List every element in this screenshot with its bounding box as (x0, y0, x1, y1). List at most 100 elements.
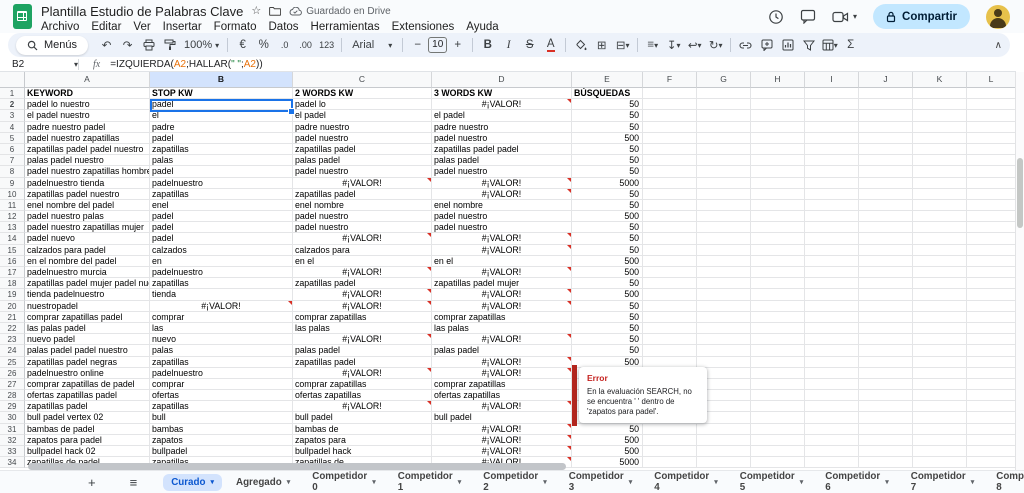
cell-K26[interactable] (913, 368, 967, 379)
cell-G22[interactable] (697, 323, 751, 334)
cell-K22[interactable] (913, 323, 967, 334)
cell-C8[interactable]: padel nuestro (293, 166, 432, 177)
cell-G14[interactable] (697, 233, 751, 244)
cell-K19[interactable] (913, 289, 967, 300)
tab-competidor-5[interactable]: Competidor 5▾ (732, 468, 812, 493)
cell-D13[interactable]: padel nuestro (432, 222, 572, 233)
column-header-A[interactable]: A (25, 72, 150, 88)
cell-C26[interactable]: #¡VALOR! (293, 368, 432, 379)
cell-E23[interactable]: 50 (572, 334, 643, 345)
cell-A18[interactable]: zapatillas padel mujer padel nuestro (25, 278, 150, 289)
cell-I10[interactable] (805, 189, 859, 200)
cell-J17[interactable] (859, 267, 913, 278)
cell-I7[interactable] (805, 155, 859, 166)
cell-G31[interactable] (697, 424, 751, 435)
cell-J10[interactable] (859, 189, 913, 200)
cell-H18[interactable] (751, 278, 805, 289)
cell-B24[interactable]: palas (150, 345, 293, 356)
cell-K10[interactable] (913, 189, 967, 200)
cell-I26[interactable] (805, 368, 859, 379)
cell-B17[interactable]: padelnuestro (150, 267, 293, 278)
row-header-21[interactable]: 21 (0, 312, 25, 323)
menu-extensiones[interactable]: Extensiones (386, 20, 461, 34)
cell-I12[interactable] (805, 211, 859, 222)
cell-K27[interactable] (913, 379, 967, 390)
cell-I14[interactable] (805, 233, 859, 244)
column-header-F[interactable]: F (643, 72, 697, 88)
cell-A14[interactable]: padel nuevo (25, 233, 150, 244)
cell-H16[interactable] (751, 256, 805, 267)
row-header-20[interactable]: 20 (0, 301, 25, 312)
cell-G3[interactable] (697, 110, 751, 121)
cell-H3[interactable] (751, 110, 805, 121)
menu-formato[interactable]: Formato (208, 20, 263, 34)
sheets-logo-icon[interactable] (13, 4, 32, 29)
cell-B1[interactable]: STOP KW (150, 88, 293, 99)
cell-F15[interactable] (643, 245, 697, 256)
cell-E19[interactable]: 500 (572, 289, 643, 300)
percent-format-button[interactable]: % (253, 35, 274, 55)
cell-B9[interactable]: padelnuestro (150, 178, 293, 189)
cell-F3[interactable] (643, 110, 697, 121)
cell-G20[interactable] (697, 301, 751, 312)
cell-F22[interactable] (643, 323, 697, 334)
name-box[interactable]: B2 ▾ (0, 59, 78, 70)
cell-F6[interactable] (643, 144, 697, 155)
cell-I2[interactable] (805, 99, 859, 110)
currency-format-button[interactable]: € (232, 35, 253, 55)
cell-J28[interactable] (859, 390, 913, 401)
number-format-button[interactable]: 123 (316, 35, 337, 55)
move-folder-icon[interactable] (269, 6, 281, 16)
cell-L31[interactable] (967, 424, 1016, 435)
increase-font-size-button[interactable]: + (447, 35, 468, 55)
row-header-12[interactable]: 12 (0, 211, 25, 222)
cell-B28[interactable]: ofertas (150, 390, 293, 401)
cell-A3[interactable]: el padel nuestro (25, 110, 150, 121)
cell-J9[interactable] (859, 178, 913, 189)
cell-I23[interactable] (805, 334, 859, 345)
chevron-down-icon[interactable]: ▾ (800, 478, 804, 486)
row-header-26[interactable]: 26 (0, 368, 25, 379)
cell-F9[interactable] (643, 178, 697, 189)
tab-competidor-7[interactable]: Competidor 7▾ (903, 468, 983, 493)
table-views-button[interactable]: ▾ (819, 35, 840, 55)
cell-E20[interactable]: 50 (572, 301, 643, 312)
cell-H33[interactable] (751, 446, 805, 457)
cell-L25[interactable] (967, 357, 1016, 368)
tab-competidor-1[interactable]: Competidor 1▾ (390, 468, 470, 493)
cell-E5[interactable]: 500 (572, 133, 643, 144)
cell-B23[interactable]: nuevo (150, 334, 293, 345)
strikethrough-button[interactable]: S (519, 35, 540, 55)
fill-color-icon[interactable] (570, 35, 591, 55)
cell-H9[interactable] (751, 178, 805, 189)
cell-K3[interactable] (913, 110, 967, 121)
zoom-control[interactable]: 100% ▾ (180, 39, 223, 51)
cell-A19[interactable]: tienda padelnuestro (25, 289, 150, 300)
cell-D8[interactable]: padel nuestro (432, 166, 572, 177)
cell-E4[interactable]: 50 (572, 122, 643, 133)
cell-B13[interactable]: padel (150, 222, 293, 233)
cell-A33[interactable]: bullpadel hack 02 (25, 446, 150, 457)
cell-C29[interactable]: #¡VALOR! (293, 401, 432, 412)
cell-B2[interactable]: padel (150, 99, 293, 110)
cell-E22[interactable]: 50 (572, 323, 643, 334)
decrease-font-size-button[interactable]: − (407, 35, 428, 55)
saved-status[interactable]: Guardado en Drive (289, 6, 391, 17)
cell-D17[interactable]: #¡VALOR! (432, 267, 572, 278)
cell-B22[interactable]: las (150, 323, 293, 334)
cell-C6[interactable]: zapatillas padel (293, 144, 432, 155)
tab-agregado[interactable]: Agregado▾ (228, 474, 298, 491)
cell-D16[interactable]: en el (432, 256, 572, 267)
cell-C12[interactable]: padel nuestro (293, 211, 432, 222)
version-history-icon[interactable] (768, 9, 784, 25)
cell-C32[interactable]: zapatos para (293, 435, 432, 446)
all-sheets-icon[interactable]: ≡ (130, 476, 138, 489)
cell-I5[interactable] (805, 133, 859, 144)
cell-J2[interactable] (859, 99, 913, 110)
insert-chart-icon[interactable] (777, 35, 798, 55)
cell-F21[interactable] (643, 312, 697, 323)
cell-F14[interactable] (643, 233, 697, 244)
cell-E13[interactable]: 50 (572, 222, 643, 233)
cell-A12[interactable]: padel nuestro palas (25, 211, 150, 222)
cell-J19[interactable] (859, 289, 913, 300)
